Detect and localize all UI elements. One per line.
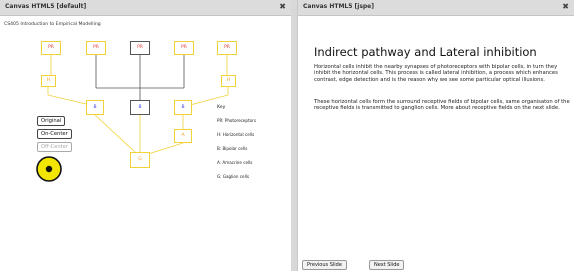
ganglion-node[interactable]: G [130,152,150,168]
bipolar-node-right[interactable]: B [174,100,192,115]
connection-line [47,94,91,106]
right-titlebar: Canvas HTML5 [jspe] ✖ [298,0,574,16]
key-item: A: Amacrine cells [217,160,253,165]
horizontal-node-right[interactable]: H [221,75,236,87]
connection-line [94,114,136,153]
previous-slide-button[interactable]: Previous Slide [302,260,347,270]
key-item: H: Horizontal cells [217,132,255,137]
on-center-button[interactable]: On-Center [37,129,72,139]
photoreceptor-node-2[interactable]: PR [86,41,106,55]
key-title: Key [217,105,226,110]
amacrine-label: A [181,133,185,138]
photoreceptor-node-4[interactable]: PR [174,41,194,55]
key-item: PR: Photoreceptors [217,118,256,123]
connection-line [189,94,229,106]
key-item: B: Bipolar cells [217,146,248,151]
right-window-title: Canvas HTML5 [jspe] [303,3,374,10]
photoreceptor-label: PR [93,45,99,50]
off-center-button[interactable]: Off-Center [37,142,72,152]
photoreceptor-label: PR [181,45,187,50]
bipolar-node-left[interactable]: B [86,100,104,115]
connection-line [144,142,184,156]
slide-heading: Indirect pathway and Lateral inhibition [314,45,537,59]
left-window: Canvas HTML5 [default] ✖ CS405 Introduct… [0,0,291,271]
bipolar-label: B [138,105,142,110]
photoreceptor-label: PR [137,45,143,50]
photoreceptor-node-1[interactable]: PR [41,41,61,55]
slide-paragraph-2: These horizontal cells form the surround… [314,99,570,112]
slide-paragraph-1: Horizontal cells inhibit the nearby syna… [314,64,558,83]
next-slide-button[interactable]: Next Slide [369,260,405,270]
photoreceptor-node-5[interactable]: PR [217,41,237,55]
amacrine-node[interactable]: A [174,129,192,143]
original-button[interactable]: Original [37,116,66,126]
horizontal-node-left[interactable]: H [41,75,56,87]
horizontal-label: H [46,78,51,83]
horizontal-label: H [226,78,231,83]
photoreceptor-label: PR [224,45,230,50]
bipolar-label: B [93,105,97,110]
photoreceptor-label: PR [48,45,54,50]
bullseye-icon[interactable] [35,155,63,183]
right-close-icon[interactable]: ✖ [562,2,569,11]
key-item: G: Gaglion cells [217,174,249,179]
photoreceptor-node-3[interactable]: PR [130,41,150,55]
bipolar-label: B [181,105,185,110]
right-window: Canvas HTML5 [jspe] ✖ [297,0,574,271]
ganglion-label: G [138,157,142,162]
bipolar-node-center[interactable]: B [130,100,150,115]
